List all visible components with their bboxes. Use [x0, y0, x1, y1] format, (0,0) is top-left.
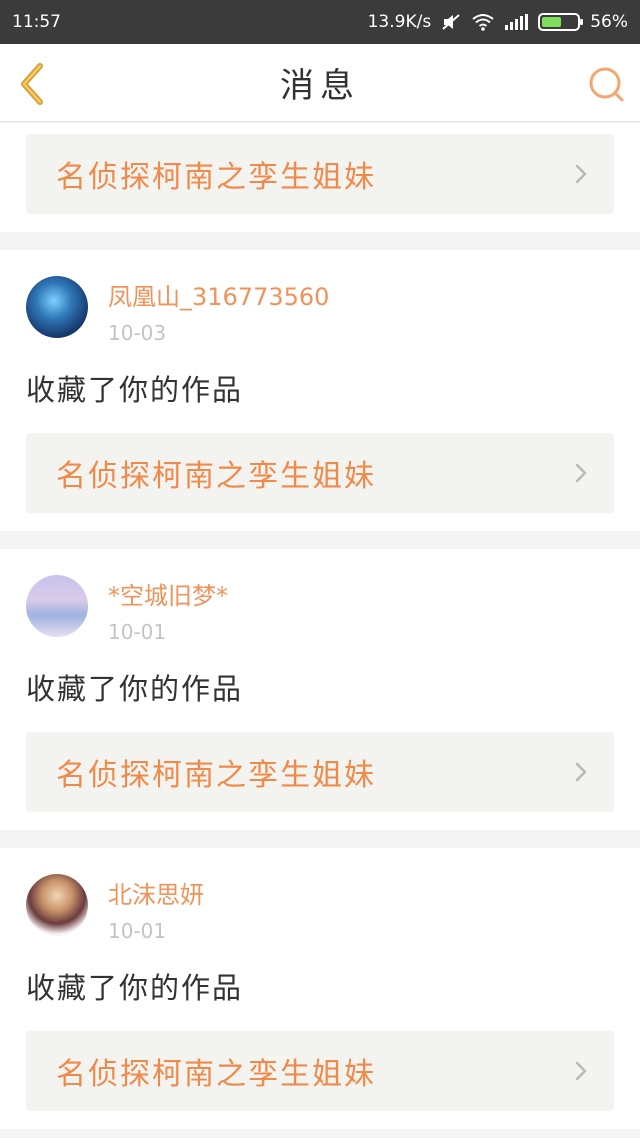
- work-title: 名侦探柯南之孪生姐妹: [56, 758, 376, 793]
- message-header: 凤凰山_316773560 10-03: [26, 276, 614, 366]
- message-action: 收藏了你的作品: [26, 672, 244, 706]
- battery-percent: 56%: [590, 12, 628, 32]
- message-date: 10-01: [108, 919, 167, 943]
- chevron-right-icon: [575, 463, 587, 483]
- message-card: 名侦探柯南之孪生姐妹: [0, 123, 640, 232]
- work-title: 名侦探柯南之孪生姐妹: [56, 1057, 376, 1092]
- battery-icon: [538, 13, 584, 31]
- signal-icon: [505, 14, 529, 30]
- avatar[interactable]: [26, 874, 88, 936]
- status-time: 11:57: [12, 12, 61, 32]
- message-card: 凤凰山_316773560 10-03 收藏了你的作品 名侦探柯南之孪生姐妹: [0, 250, 640, 531]
- work-link[interactable]: 名侦探柯南之孪生姐妹: [26, 433, 614, 513]
- username[interactable]: 凤凰山_316773560: [108, 282, 329, 312]
- chevron-right-icon: [575, 762, 587, 782]
- work-link[interactable]: 名侦探柯南之孪生姐妹: [26, 732, 614, 812]
- work-title: 名侦探柯南之孪生姐妹: [56, 459, 376, 494]
- network-speed: 13.9K/s: [367, 12, 432, 32]
- work-link[interactable]: 名侦探柯南之孪生姐妹: [26, 134, 614, 214]
- chevron-right-icon: [575, 1061, 587, 1081]
- mute-icon: [442, 14, 460, 30]
- username[interactable]: *空城旧梦*: [108, 581, 228, 611]
- wifi-icon: [472, 14, 494, 31]
- avatar[interactable]: [26, 575, 88, 637]
- username[interactable]: 北沫思妍: [108, 880, 204, 910]
- work-title: 名侦探柯南之孪生姐妹: [56, 160, 376, 195]
- message-card: 北沫思妍 10-01 收藏了你的作品 名侦探柯南之孪生姐妹: [0, 848, 640, 1129]
- status-bar: 11:57 13.9K/s 56%: [0, 0, 640, 44]
- page-title: 消息: [280, 66, 360, 106]
- chevron-right-icon: [575, 164, 587, 184]
- back-button[interactable]: [14, 60, 54, 108]
- message-header: *空城旧梦* 10-01: [26, 575, 614, 665]
- search-icon[interactable]: [586, 64, 626, 104]
- message-header: 北沫思妍 10-01: [26, 874, 614, 964]
- message-date: 10-01: [108, 620, 167, 644]
- message-card: *空城旧梦* 10-01 收藏了你的作品 名侦探柯南之孪生姐妹: [0, 549, 640, 830]
- message-action: 收藏了你的作品: [26, 373, 244, 407]
- work-link[interactable]: 名侦探柯南之孪生姐妹: [26, 1031, 614, 1111]
- message-date: 10-03: [108, 321, 167, 345]
- status-indicators: 13.9K/s 56%: [368, 12, 628, 32]
- message-action: 收藏了你的作品: [26, 971, 244, 1005]
- battery-fill: [542, 17, 562, 27]
- message-list: 名侦探柯南之孪生姐妹 凤凰山_316773560 10-03 收藏了你的作品 名…: [0, 123, 640, 1129]
- nav-bar: 消息: [0, 44, 640, 122]
- avatar[interactable]: [26, 276, 88, 338]
